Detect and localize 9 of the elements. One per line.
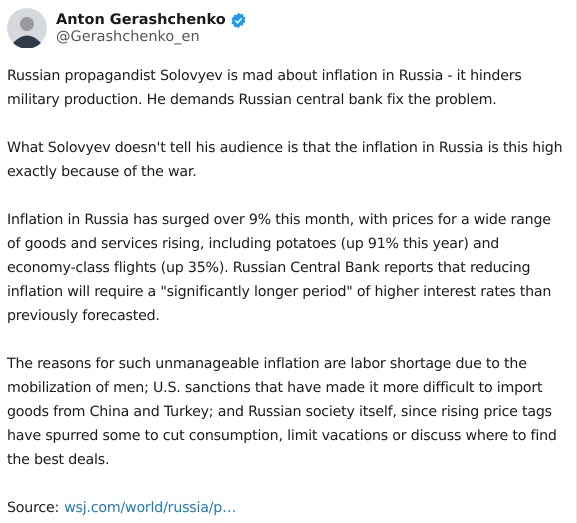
tweet-paragraph: Russian propagandist Solovyev is mad about inflation in Russia - it hinders military production. He demands Russian central bank fix the problem. <box>7 67 523 110</box>
avatar-icon <box>7 8 47 48</box>
source-label: Source: <box>7 499 60 518</box>
tweet-paragraph: What Solovyev doesn't tell his audience is that the inflation in Russia is this high exactly because of the war. <box>7 139 564 182</box>
tweet-paragraph: Inflation in Russia has surged over 9% this month, with prices for a wide range of goods and services rising, including potatoes (up 91% this year) and economy-class flights (up 35%). Russian Central Bank reports that reducing inflation will require a "significantly longer period" of higher interest rates than previously forecasted. <box>7 211 552 326</box>
author-handle[interactable]: @Gerashchenko_en <box>56 28 247 44</box>
tweet-paragraph: The reasons for such unmanageable inflation are labor shortage due to the mobilization of men; U.S. sanctions that have made it more difficult to import goods from China and Turkey; and Russian society itself, since rising price tags have spurred some to cut consumption, limit vacations or discuss where to find the best deals. <box>7 355 558 470</box>
source-link[interactable]: wsj.com/world/russia/p… <box>64 496 236 520</box>
author-name[interactable]: Anton Gerashchenko <box>56 12 226 28</box>
